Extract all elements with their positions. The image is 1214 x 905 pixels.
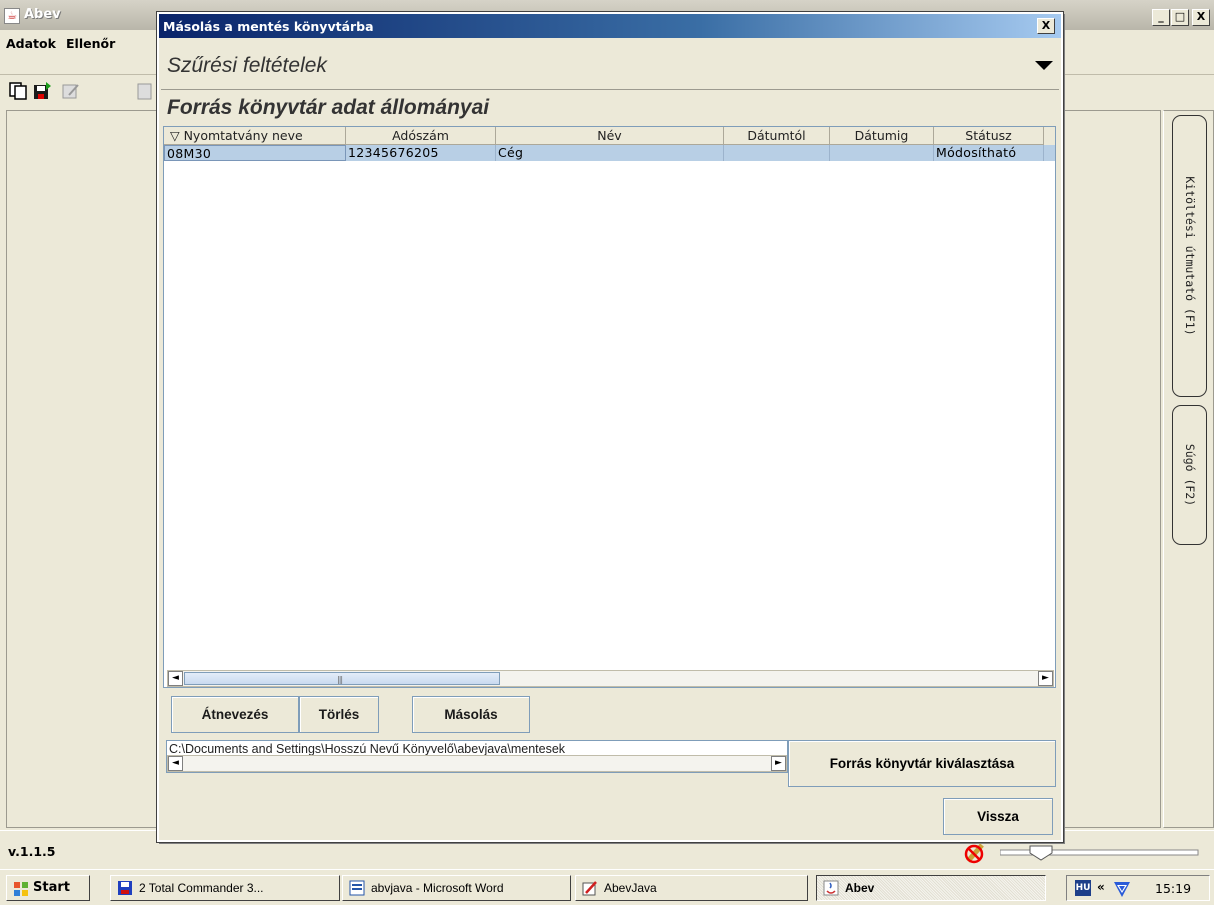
taskbar-item-total-commander[interactable]: 2 Total Commander 3...	[110, 875, 340, 901]
column-header-date-from[interactable]: Dátumtól	[724, 127, 830, 145]
total-commander-icon	[118, 881, 132, 895]
edit-icon[interactable]	[61, 81, 81, 101]
scroll-right-arrow-icon[interactable]: ►	[771, 756, 786, 771]
main-window-title: Abev	[24, 7, 61, 22]
column-header-form-name[interactable]: ▽ Nyomtatvány neve	[164, 127, 346, 145]
windows-logo-icon	[14, 882, 28, 896]
taskbar: Start 2 Total Commander 3... abvjava - M…	[0, 869, 1214, 905]
expand-triangle-icon[interactable]	[1035, 61, 1053, 70]
choose-source-folder-button[interactable]: Forrás könyvtár kiválasztása	[788, 740, 1056, 787]
version-label: v.1.1.5	[8, 844, 56, 859]
tray-app-icon[interactable]	[1113, 880, 1131, 898]
column-header-date-to[interactable]: Dátumig	[830, 127, 934, 145]
dialog-close-button[interactable]: X	[1037, 18, 1055, 34]
close-button[interactable]: X	[1192, 9, 1210, 26]
zoom-slider[interactable]	[1000, 845, 1200, 861]
menu-adatok[interactable]: Adatok	[6, 36, 56, 51]
files-table: ▽ Nyomtatvány neve Adószám Név Dátumtól …	[163, 126, 1056, 688]
no-edit-pencil-icon	[964, 843, 984, 864]
scrollbar-thumb[interactable]: |||	[184, 672, 500, 685]
cell-tax-id[interactable]: 12345676205	[346, 145, 496, 161]
scroll-right-arrow-icon[interactable]: ►	[1038, 671, 1053, 686]
tray-expand-chevron-icon[interactable]: «	[1097, 880, 1105, 894]
source-files-title: Forrás könyvtár adat állományai	[167, 96, 490, 119]
right-tab-panel: Kitöltési útmutató (F1) Súgó (F2)	[1163, 110, 1214, 828]
other-icon[interactable]	[135, 81, 155, 101]
tab-help-label: Súgó (F2)	[1182, 443, 1197, 507]
java-icon: ☕	[4, 8, 20, 24]
scroll-grip: |||	[337, 675, 343, 684]
source-path-field[interactable]: C:\Documents and Settings\Hosszú Nevű Kö…	[166, 740, 788, 773]
taskbar-item-label: abvjava - Microsoft Word	[371, 881, 504, 895]
language-indicator-icon[interactable]: HU	[1075, 880, 1091, 896]
save-icon[interactable]	[32, 81, 52, 101]
taskbar-item-word[interactable]: abvjava - Microsoft Word	[342, 875, 571, 901]
filter-section[interactable]: Szűrési feltételek	[161, 42, 1059, 90]
column-header-name[interactable]: Név	[496, 127, 724, 145]
copy-button[interactable]: Másolás	[412, 696, 530, 733]
start-label: Start	[33, 880, 70, 895]
path-horizontal-scrollbar[interactable]: ◄ ►	[167, 755, 787, 772]
cell-status[interactable]: Módosítható	[934, 145, 1044, 161]
taskbar-item-label: AbevJava	[604, 881, 657, 895]
start-button[interactable]: Start	[6, 875, 90, 901]
cell-date-to[interactable]	[830, 145, 934, 161]
scroll-left-arrow-icon[interactable]: ◄	[168, 671, 183, 686]
maximize-button[interactable]: □	[1171, 9, 1189, 26]
table-horizontal-scrollbar[interactable]: ◄ ||| ►	[167, 670, 1054, 687]
rename-button[interactable]: Átnevezés	[171, 696, 299, 733]
table-row[interactable]: 08M30 12345676205 Cég Módosítható	[164, 145, 1055, 161]
system-tray: HU « 15:19	[1066, 875, 1210, 901]
taskbar-item-label: 2 Total Commander 3...	[139, 881, 264, 895]
table-header: ▽ Nyomtatvány neve Adószám Név Dátumtól …	[164, 127, 1055, 145]
minimize-button[interactable]: _	[1152, 9, 1170, 26]
cell-date-from[interactable]	[724, 145, 830, 161]
tab-help[interactable]: Súgó (F2)	[1172, 405, 1207, 545]
scroll-left-arrow-icon[interactable]: ◄	[168, 756, 183, 771]
tab-fill-guide[interactable]: Kitöltési útmutató (F1)	[1172, 115, 1207, 397]
zoom-slider-thumb	[1029, 845, 1053, 861]
back-button[interactable]: Vissza	[943, 798, 1053, 835]
tab-fill-guide-label: Kitöltési útmutató (F1)	[1182, 176, 1197, 336]
taskbar-item-label: Abev	[845, 881, 875, 895]
delete-button[interactable]: Törlés	[299, 696, 379, 733]
cell-name[interactable]: Cég	[496, 145, 724, 161]
dialog-titlebar[interactable]: Másolás a mentés könyvtárba X	[159, 14, 1061, 38]
dialog-title: Másolás a mentés könyvtárba	[163, 19, 374, 34]
taskbar-item-abevjava[interactable]: AbevJava	[575, 875, 808, 901]
abevjava-icon	[582, 881, 597, 896]
java-icon	[823, 880, 839, 896]
menu-ellenor[interactable]: Ellenőr	[66, 36, 115, 51]
word-icon	[349, 880, 365, 896]
filter-title: Szűrési feltételek	[167, 54, 327, 77]
column-header-status[interactable]: Státusz	[934, 127, 1044, 145]
copy-to-save-dialog: Másolás a mentés könyvtárba X Szűrési fe…	[156, 11, 1064, 843]
column-header-tax-id[interactable]: Adószám	[346, 127, 496, 145]
source-path-text: C:\Documents and Settings\Hosszú Nevű Kö…	[169, 742, 566, 756]
clock[interactable]: 15:19	[1155, 881, 1191, 896]
copy-forms-icon[interactable]	[8, 81, 28, 101]
taskbar-item-abev[interactable]: Abev	[816, 875, 1046, 901]
cell-form-name[interactable]: 08M30	[164, 145, 346, 161]
